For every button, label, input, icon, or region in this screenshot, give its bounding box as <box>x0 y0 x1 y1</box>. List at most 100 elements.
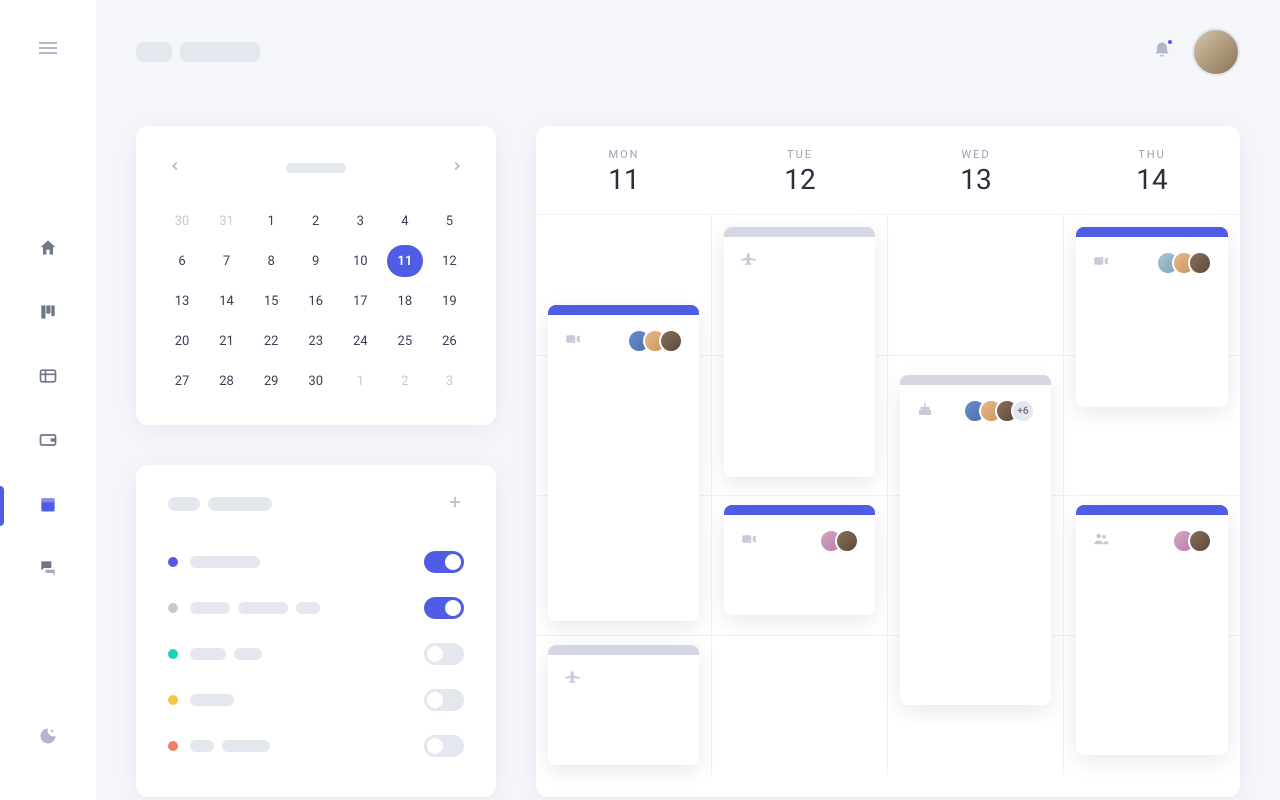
calendar-day[interactable]: 9 <box>298 245 334 277</box>
calendar-day[interactable]: 5 <box>431 205 467 237</box>
filters-title <box>168 497 272 511</box>
participant-avatar <box>835 529 859 553</box>
week-header: MON11TUE12WED 13THU 14 <box>536 126 1240 215</box>
sidebar <box>0 0 96 800</box>
nav-home[interactable] <box>20 234 76 266</box>
nav-board[interactable] <box>20 298 76 330</box>
skeleton-text <box>190 740 214 752</box>
calendar-event[interactable] <box>548 305 699 621</box>
event-color-bar <box>548 305 699 315</box>
event-color-bar <box>548 645 699 655</box>
event-color-bar <box>724 505 875 515</box>
calendar-event[interactable] <box>1076 505 1228 755</box>
prev-month-button[interactable] <box>164 154 186 181</box>
day-of-week: THU <box>1064 148 1240 161</box>
menu-toggle[interactable] <box>36 36 60 64</box>
calendar-event[interactable] <box>724 227 875 477</box>
calendar-day[interactable]: 24 <box>342 325 378 357</box>
calendar-filter-row <box>168 631 464 677</box>
calendar-toggle[interactable] <box>424 597 464 619</box>
day-header[interactable]: MON11 <box>536 126 712 214</box>
content: 3031123456789101112131415161718192021222… <box>136 126 1240 797</box>
calendar-day[interactable]: 2 <box>298 205 334 237</box>
calendar-day[interactable]: 20 <box>164 325 200 357</box>
calendar-event[interactable] <box>724 505 875 615</box>
calendar-day[interactable]: 7 <box>209 245 245 277</box>
calendar-day[interactable]: 12 <box>431 245 467 277</box>
skeleton-text <box>190 694 234 706</box>
calendar-day[interactable]: 19 <box>431 285 467 317</box>
calendar-day[interactable]: 14 <box>209 285 245 317</box>
calendar-day[interactable]: 22 <box>253 325 289 357</box>
calendar-toggle[interactable] <box>424 689 464 711</box>
video-icon <box>740 530 758 552</box>
calendar-filter-row <box>168 677 464 723</box>
day-header[interactable]: WED 13 <box>888 126 1064 214</box>
calendar-day[interactable]: 1 <box>342 365 378 397</box>
calendar-event[interactable] <box>1076 227 1228 407</box>
calendar-day[interactable]: 30 <box>298 365 334 397</box>
calendar-event[interactable] <box>548 645 699 765</box>
chat-icon <box>38 558 58 582</box>
event-participants <box>819 529 859 553</box>
calendar-day[interactable]: 18 <box>387 285 423 317</box>
main-content: 3031123456789101112131415161718192021222… <box>96 0 1280 800</box>
event-participants <box>627 329 683 353</box>
calendar-day[interactable]: 10 <box>342 245 378 277</box>
day-column <box>712 215 888 775</box>
event-body <box>548 315 699 367</box>
day-column <box>536 215 712 775</box>
calendar-day[interactable]: 3 <box>342 205 378 237</box>
calendar-toggle[interactable] <box>424 735 464 757</box>
calendar-label <box>190 694 412 706</box>
calendar-day[interactable]: 2 <box>387 365 423 397</box>
calendar-day[interactable]: 30 <box>164 205 200 237</box>
event-body <box>548 655 699 705</box>
participant-avatar <box>1188 529 1212 553</box>
calendar-day[interactable]: 23 <box>298 325 334 357</box>
user-avatar[interactable] <box>1192 28 1240 76</box>
nav-wallet[interactable] <box>20 426 76 458</box>
nav-calendar[interactable] <box>20 490 76 522</box>
nav-spreadsheet[interactable] <box>20 362 76 394</box>
spreadsheet-icon <box>38 366 58 390</box>
calendar-event[interactable]: +6 <box>900 375 1051 705</box>
calendar-day[interactable]: 26 <box>431 325 467 357</box>
calendar-day[interactable]: 17 <box>342 285 378 317</box>
calendar-day[interactable]: 15 <box>253 285 289 317</box>
day-of-week: WED <box>888 148 1064 161</box>
calendar-day[interactable]: 29 <box>253 365 289 397</box>
calendar-day[interactable]: 13 <box>164 285 200 317</box>
calendar-day[interactable]: 4 <box>387 205 423 237</box>
calendar-toggle[interactable] <box>424 643 464 665</box>
day-header[interactable]: THU 14 <box>1064 126 1240 214</box>
next-month-button[interactable] <box>446 154 468 181</box>
notifications-button[interactable] <box>1152 40 1172 64</box>
calendar-day[interactable]: 21 <box>209 325 245 357</box>
add-calendar-button[interactable] <box>446 493 464 515</box>
calendar-day[interactable]: 1 <box>253 205 289 237</box>
calendar-filters <box>136 465 496 797</box>
calendar-day[interactable]: 11 <box>387 245 423 277</box>
bell-icon <box>1152 45 1172 64</box>
day-number: 13 <box>888 163 1064 196</box>
calendar-day[interactable]: 28 <box>209 365 245 397</box>
nav-chat[interactable] <box>20 554 76 586</box>
day-of-week: MON <box>536 148 712 161</box>
dark-mode-toggle[interactable] <box>38 726 58 750</box>
calendar-color-dot <box>168 649 178 659</box>
skeleton-text <box>136 42 172 62</box>
calendar-day[interactable]: 31 <box>209 205 245 237</box>
calendar-day[interactable]: 8 <box>253 245 289 277</box>
video-icon <box>564 330 582 352</box>
event-body <box>1076 515 1228 567</box>
calendar-day[interactable]: 3 <box>431 365 467 397</box>
calendar-toggle[interactable] <box>424 551 464 573</box>
day-number: 14 <box>1064 163 1240 196</box>
calendar-day[interactable]: 6 <box>164 245 200 277</box>
calendar-day[interactable]: 27 <box>164 365 200 397</box>
calendar-day[interactable]: 16 <box>298 285 334 317</box>
plus-icon <box>446 496 464 515</box>
day-header[interactable]: TUE12 <box>712 126 888 214</box>
calendar-day[interactable]: 25 <box>387 325 423 357</box>
